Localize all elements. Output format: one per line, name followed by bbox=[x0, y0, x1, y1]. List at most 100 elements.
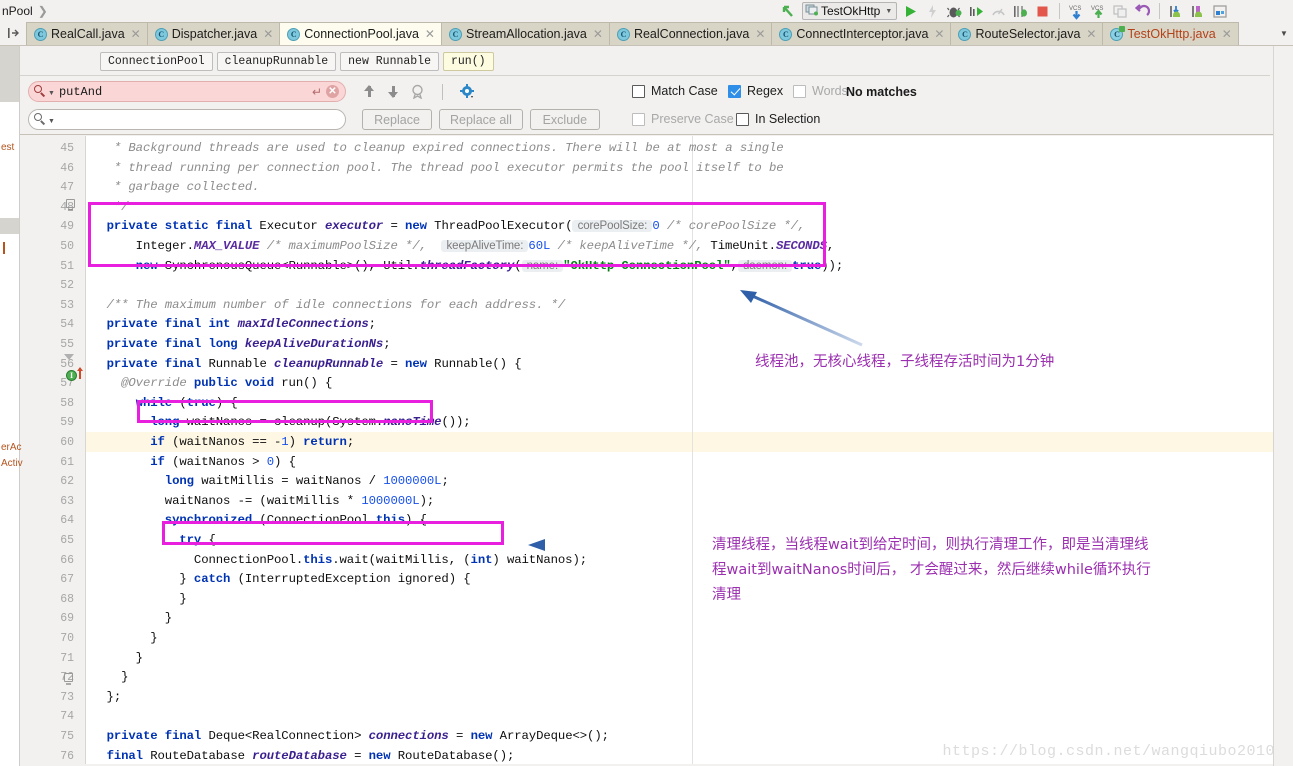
navigate-back-icon[interactable] bbox=[780, 3, 797, 20]
code-line[interactable]: */ bbox=[92, 198, 129, 218]
profile-icon[interactable] bbox=[968, 3, 985, 20]
code-line[interactable]: private final Deque<RealConnection> conn… bbox=[92, 727, 609, 747]
option-in-selection[interactable]: In Selection bbox=[736, 112, 820, 126]
sdk-manager-icon[interactable] bbox=[1168, 3, 1185, 20]
filter-results-icon[interactable] bbox=[410, 84, 425, 99]
fold-collapse-icon[interactable] bbox=[66, 199, 75, 211]
editor-tab-connectionpool[interactable]: C ConnectionPool.java ✕ bbox=[279, 22, 441, 45]
vcs-update-icon[interactable]: VCS bbox=[1068, 3, 1085, 20]
fold-collapse-icon-2[interactable] bbox=[64, 673, 73, 685]
code-editor[interactable]: 45 46 47 48 49 50 51 52 53 54 55 56 57 58 59 60 61 62 63 64… bbox=[20, 136, 1273, 764]
fold-region-icon[interactable] bbox=[64, 354, 74, 360]
breadcrumb-item-run[interactable]: run() bbox=[442, 51, 494, 71]
replace-all-button[interactable]: Replace all bbox=[439, 109, 523, 130]
breadcrumb-item-new-runnable[interactable]: new Runnable bbox=[340, 51, 439, 71]
code-line[interactable]: private final long keepAliveDurationNs; bbox=[92, 335, 391, 355]
attach-debugger-icon[interactable] bbox=[1012, 3, 1029, 20]
close-icon[interactable]: ✕ bbox=[131, 27, 141, 41]
code-line[interactable]: private static final Executor executor =… bbox=[92, 217, 806, 237]
breadcrumb-item-cleanuprunnable[interactable]: cleanupRunnable bbox=[216, 51, 337, 71]
in-selection-checkbox[interactable] bbox=[736, 112, 749, 126]
chevron-down-icon[interactable]: ▼ bbox=[48, 118, 55, 125]
code-line[interactable]: * garbage collected. bbox=[92, 178, 260, 198]
editor-tab-routeselector[interactable]: C RouteSelector.java ✕ bbox=[950, 22, 1103, 45]
close-icon[interactable]: ✕ bbox=[593, 27, 603, 41]
option-preserve-case[interactable]: Preserve Case bbox=[632, 112, 734, 126]
override-method-marker-icon[interactable]: I bbox=[66, 370, 77, 381]
breadcrumb-item-connectionpool[interactable]: ConnectionPool bbox=[100, 51, 213, 71]
code-line[interactable]: } bbox=[92, 649, 143, 669]
code-line[interactable]: Integer.MAX_VALUE /* maximumPoolSize */,… bbox=[92, 237, 835, 257]
stop-icon[interactable] bbox=[1034, 3, 1051, 20]
vcs-commit-icon[interactable]: VCS bbox=[1090, 3, 1107, 20]
editor-tab-streamallocation[interactable]: C StreamAllocation.java ✕ bbox=[440, 22, 609, 45]
tab-overflow-chevron-icon[interactable]: ▼ bbox=[1275, 22, 1293, 45]
code-line[interactable]: if (waitNanos == -1) return; bbox=[92, 433, 354, 453]
code-line[interactable]: } bbox=[92, 668, 128, 688]
match-case-checkbox[interactable] bbox=[632, 84, 645, 98]
find-next-icon[interactable] bbox=[386, 84, 401, 99]
close-icon[interactable]: ✕ bbox=[1086, 27, 1096, 41]
code-line[interactable]: private final int maxIdleConnections; bbox=[92, 315, 376, 335]
code-line[interactable]: } bbox=[92, 629, 157, 649]
edge-tab-middle[interactable] bbox=[0, 218, 19, 234]
editor-tab-testokhttp[interactable]: C TestOkHttp.java ✕ bbox=[1102, 22, 1239, 45]
find-previous-icon[interactable] bbox=[362, 84, 377, 99]
code-line[interactable]: } bbox=[92, 590, 186, 610]
gear-icon[interactable] bbox=[460, 84, 475, 99]
replace-field-wrapper[interactable]: ▼ bbox=[28, 109, 346, 130]
code-line[interactable]: private final Runnable cleanupRunnable =… bbox=[92, 355, 522, 375]
tab-list-toggle-icon[interactable] bbox=[0, 21, 26, 45]
editor-tab-realconnection[interactable]: C RealConnection.java ✕ bbox=[608, 22, 772, 45]
right-scroll-strip[interactable] bbox=[1273, 46, 1293, 766]
avd-manager-icon[interactable] bbox=[1190, 3, 1207, 20]
chevron-down-icon[interactable]: ▼ bbox=[48, 90, 55, 97]
code-line[interactable]: if (waitNanos > 0) { bbox=[92, 453, 296, 473]
coverage-icon[interactable] bbox=[990, 3, 1007, 20]
close-icon[interactable]: ✕ bbox=[425, 27, 435, 41]
vcs-diff-icon[interactable] bbox=[1112, 3, 1129, 20]
editor-tab-connectinterceptor[interactable]: C ConnectInterceptor.java ✕ bbox=[771, 22, 951, 45]
option-match-case[interactable]: Match Case bbox=[632, 84, 718, 98]
undo-icon[interactable] bbox=[1134, 3, 1151, 20]
debug-icon[interactable] bbox=[946, 3, 963, 20]
lightning-icon[interactable] bbox=[924, 3, 941, 20]
preserve-case-checkbox[interactable] bbox=[632, 112, 645, 126]
editor-tab-dispatcher[interactable]: C Dispatcher.java ✕ bbox=[146, 22, 280, 45]
run-icon[interactable] bbox=[902, 3, 919, 20]
code-line[interactable]: waitNanos -= (waitMillis * 1000000L); bbox=[92, 492, 434, 512]
option-words[interactable]: Words bbox=[793, 84, 848, 98]
edge-tab-top[interactable] bbox=[0, 46, 19, 102]
replace-button[interactable]: Replace bbox=[362, 109, 432, 130]
code-line[interactable]: * Background threads are used to cleanup… bbox=[92, 139, 784, 159]
left-tool-window-strip[interactable]: est erAc Activ bbox=[0, 46, 23, 766]
code-line[interactable]: while (true) { bbox=[92, 394, 238, 414]
code-line[interactable]: synchronized (ConnectionPool.this) { bbox=[92, 511, 427, 531]
code-line[interactable]: * thread running per connection pool. Th… bbox=[92, 159, 784, 179]
code-line[interactable]: new SynchronousQueue<Runnable>(), Util.t… bbox=[92, 257, 844, 277]
option-regex[interactable]: Regex bbox=[728, 84, 783, 98]
layout-inspector-icon[interactable] bbox=[1212, 3, 1229, 20]
code-line[interactable]: } bbox=[92, 609, 172, 629]
run-configuration-selector[interactable]: TestOkHttp ▼ bbox=[802, 2, 898, 20]
search-field-wrapper[interactable]: ▼ ↵ ✕ bbox=[28, 81, 346, 102]
search-input[interactable] bbox=[58, 84, 312, 99]
close-icon[interactable]: ✕ bbox=[263, 27, 273, 41]
search-history-return-icon[interactable]: ↵ bbox=[312, 85, 322, 99]
code-line[interactable]: }; bbox=[92, 688, 122, 708]
close-icon[interactable]: ✕ bbox=[934, 27, 944, 41]
words-checkbox[interactable] bbox=[793, 84, 806, 98]
close-icon[interactable]: ✕ bbox=[1222, 27, 1232, 41]
clear-search-icon[interactable]: ✕ bbox=[326, 85, 339, 98]
code-line[interactable]: ConnectionPool.this.wait(waitMillis, (in… bbox=[92, 551, 587, 571]
chevron-down-icon[interactable]: ▼ bbox=[885, 8, 892, 15]
exclude-button[interactable]: Exclude bbox=[529, 109, 600, 130]
code-line[interactable]: long waitNanos = cleanup(System.nanoTime… bbox=[92, 413, 470, 433]
code-line[interactable]: /** The maximum number of idle connectio… bbox=[92, 296, 566, 316]
code-line[interactable]: @Override public void run() { bbox=[92, 374, 332, 394]
close-icon[interactable]: ✕ bbox=[755, 27, 765, 41]
regex-checkbox[interactable] bbox=[728, 84, 741, 98]
replace-input[interactable] bbox=[58, 112, 339, 127]
editor-tab-realcall[interactable]: C RealCall.java ✕ bbox=[26, 22, 147, 45]
code-line[interactable]: } catch (InterruptedException ignored) { bbox=[92, 570, 470, 590]
